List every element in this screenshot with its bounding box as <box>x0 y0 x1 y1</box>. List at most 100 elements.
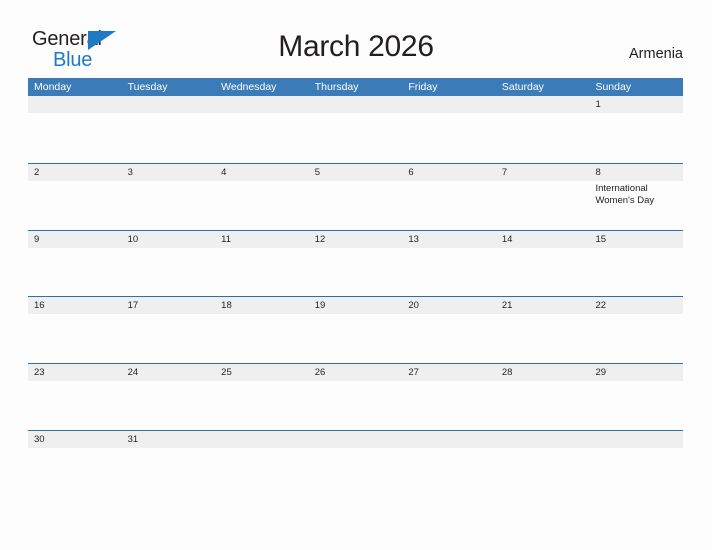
day-number: 27 <box>408 367 419 379</box>
weekday-wednesday: Wednesday <box>221 81 277 93</box>
day-cell[interactable]: 24 <box>122 364 216 430</box>
day-cell-empty <box>402 96 496 163</box>
day-cell[interactable]: 26 <box>309 364 403 430</box>
day-number <box>215 96 309 113</box>
weekday-sunday: Sunday <box>595 81 632 93</box>
day-number <box>309 96 403 113</box>
day-cell[interactable]: 30 <box>28 431 122 497</box>
day-cell-empty <box>309 431 403 497</box>
calendar-week-row: 16 17 18 19 20 21 22 <box>28 296 683 363</box>
day-number <box>28 96 122 113</box>
weekday-header-row: Monday Tuesday Wednesday Thursday Friday… <box>28 78 683 96</box>
week-day-cells: 23 24 25 26 27 28 29 <box>28 364 683 430</box>
day-cell[interactable]: 9 <box>28 231 122 297</box>
day-number: 3 <box>127 166 133 178</box>
day-cell[interactable]: 20 <box>402 297 496 363</box>
day-cell[interactable]: 13 <box>402 231 496 297</box>
day-number: 16 <box>34 300 45 312</box>
day-number: 18 <box>221 300 232 312</box>
day-cell[interactable]: 3 <box>122 164 216 230</box>
weekday-tuesday: Tuesday <box>127 81 168 93</box>
day-number: 20 <box>408 300 419 312</box>
day-cell-empty <box>496 431 590 497</box>
day-number: 26 <box>314 367 326 379</box>
day-number <box>589 431 683 448</box>
day-number: 23 <box>34 367 45 379</box>
country-label: Armenia <box>629 46 683 62</box>
day-events: International Women's Day <box>589 181 683 208</box>
day-cell[interactable]: 19 <box>309 297 403 363</box>
day-number: 2 <box>34 166 40 178</box>
day-number: 11 <box>221 233 232 245</box>
day-cell-empty <box>402 431 496 497</box>
day-cell[interactable]: 27 <box>402 364 496 430</box>
day-cell[interactable]: 21 <box>496 297 590 363</box>
day-number: 17 <box>127 300 139 312</box>
day-cell[interactable]: 28 <box>496 364 590 430</box>
day-number: 28 <box>501 367 513 379</box>
day-number: 29 <box>595 367 607 379</box>
day-number: 30 <box>34 433 45 445</box>
day-number: 4 <box>221 166 227 178</box>
day-cell[interactable]: 8 International Women's Day <box>589 164 683 230</box>
day-number: 25 <box>221 367 232 379</box>
day-number <box>402 96 496 113</box>
day-cell[interactable]: 18 <box>215 297 309 363</box>
week-day-cells: 9 10 11 12 13 14 15 <box>28 231 683 297</box>
day-cell[interactable]: 6 <box>402 164 496 230</box>
day-cell-empty <box>122 96 216 163</box>
calendar-week-row: 2 3 4 5 6 7 8 International Women's Day <box>28 162 683 230</box>
holiday-event-label: International Women's Day <box>595 182 655 207</box>
page-header: General Blue March 2026 Armenia <box>0 0 712 78</box>
page-title: March 2026 <box>278 30 434 63</box>
day-cell-empty <box>309 96 403 163</box>
day-number <box>122 96 216 113</box>
day-number: 7 <box>501 166 508 178</box>
day-number: 6 <box>408 166 414 178</box>
day-cell[interactable]: 14 <box>496 231 590 297</box>
day-cell[interactable]: 31 <box>122 431 216 497</box>
day-cell[interactable]: 29 <box>589 364 683 430</box>
day-number: 21 <box>501 300 513 312</box>
calendar-weeks: 1 2 3 4 5 6 7 8 International Women's Day 9 10 11 12… <box>28 96 683 497</box>
weekday-monday: Monday <box>34 81 72 93</box>
day-cell[interactable]: 7 <box>496 164 590 230</box>
day-cell[interactable]: 12 <box>309 231 403 297</box>
calendar-week-row: 1 <box>28 96 683 163</box>
day-cell[interactable]: 25 <box>215 364 309 430</box>
day-cell[interactable]: 2 <box>28 164 122 230</box>
day-number <box>402 431 496 448</box>
day-cell[interactable]: 5 <box>309 164 403 230</box>
calendar-page: General Blue March 2026 Armenia Monday T… <box>0 0 712 550</box>
day-number: 14 <box>501 233 513 245</box>
day-cell[interactable]: 22 <box>589 297 683 363</box>
day-number <box>496 96 590 113</box>
day-number: 24 <box>127 367 139 379</box>
week-day-cells: 16 17 18 19 20 21 22 <box>28 297 683 363</box>
day-number: 8 <box>595 166 601 178</box>
day-cell-empty <box>28 96 122 163</box>
day-cell-empty <box>215 431 309 497</box>
day-cell[interactable]: 4 <box>215 164 309 230</box>
day-cell[interactable]: 11 <box>215 231 309 297</box>
day-cell[interactable]: 1 <box>589 96 683 163</box>
weekday-friday: Friday <box>408 81 438 93</box>
day-cell[interactable]: 15 <box>589 231 683 297</box>
day-number: 5 <box>314 166 321 178</box>
day-cell[interactable]: 16 <box>28 297 122 363</box>
day-number: 15 <box>595 233 607 245</box>
calendar-week-row: 9 10 11 12 13 14 15 <box>28 229 683 297</box>
day-cell[interactable]: 10 <box>122 231 216 297</box>
day-number: 10 <box>127 233 139 245</box>
week-day-cells: 2 3 4 5 6 7 8 International Women's Day <box>28 164 683 230</box>
day-cell[interactable]: 23 <box>28 364 122 430</box>
day-number <box>309 431 403 448</box>
day-number: 9 <box>34 233 40 245</box>
day-cell-empty <box>496 96 590 163</box>
day-number: 13 <box>408 233 419 245</box>
day-number: 12 <box>314 233 326 245</box>
calendar-grid: Monday Tuesday Wednesday Thursday Friday… <box>28 78 683 497</box>
day-cell[interactable]: 17 <box>122 297 216 363</box>
week-day-cells: 1 <box>28 96 683 163</box>
weekday-thursday: Thursday <box>314 81 359 93</box>
